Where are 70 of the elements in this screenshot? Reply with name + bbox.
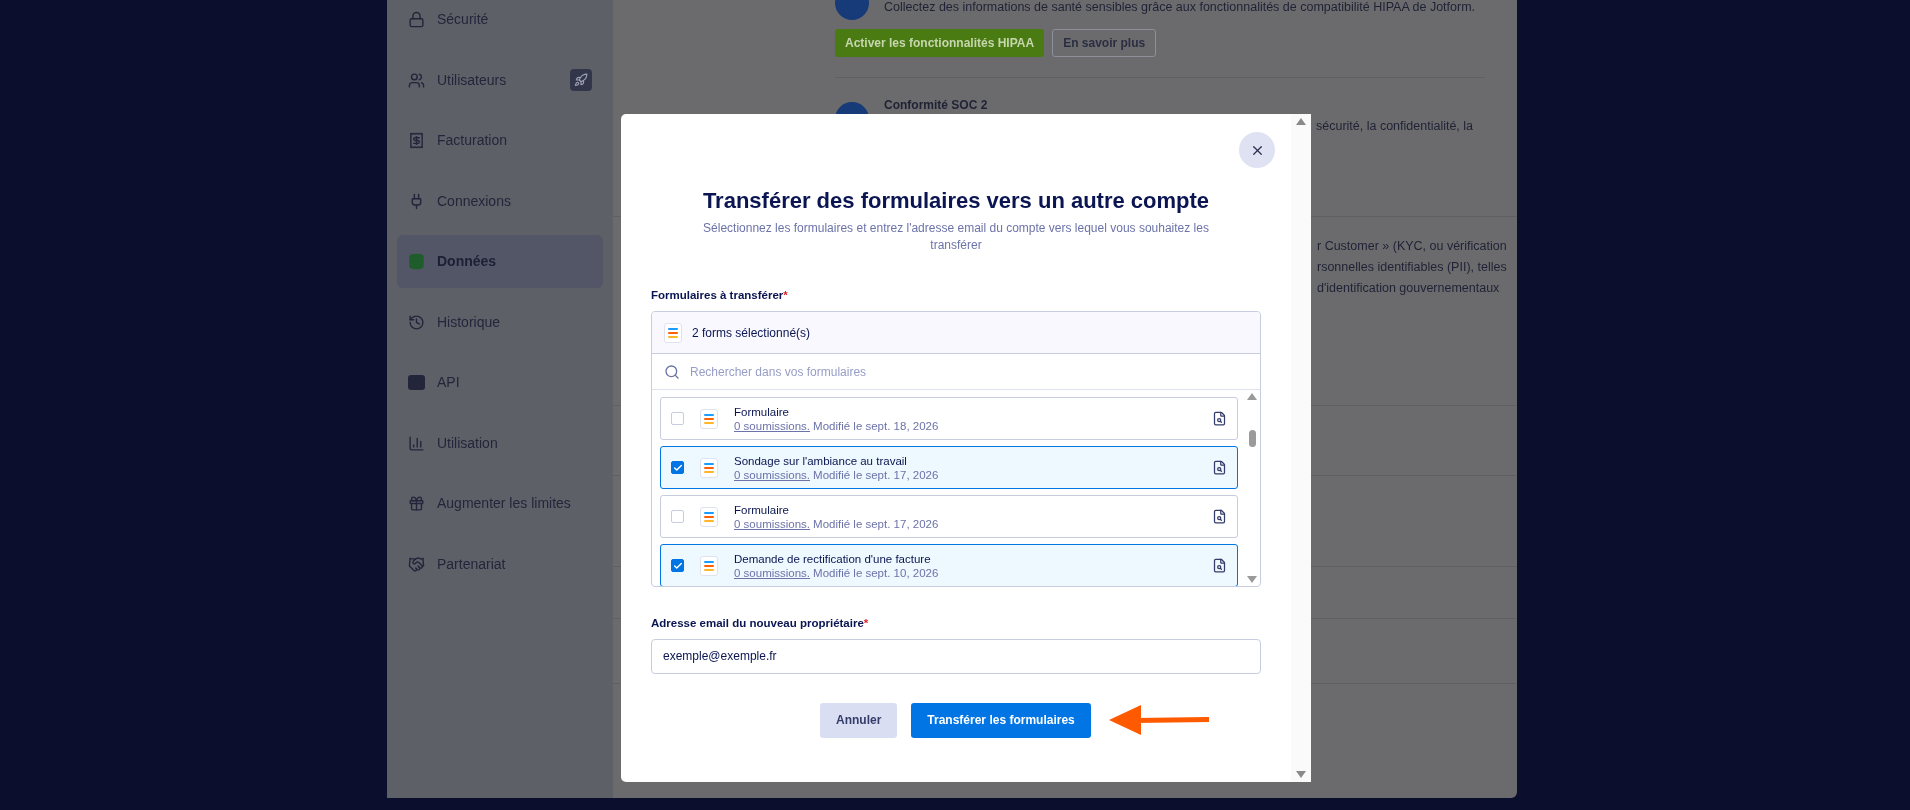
view-submissions-icon[interactable] — [1212, 558, 1227, 574]
form-list-item[interactable]: Formulaire 0 soumissions. Modifié le sept. 18, 2026 — [660, 397, 1238, 441]
receipt-icon — [408, 132, 425, 149]
sidebar-item[interactable]: Historique — [397, 295, 603, 349]
form-icon — [700, 408, 718, 429]
transfer-button[interactable]: Transférer les formulaires — [911, 702, 1091, 738]
clock-icon — [408, 313, 425, 331]
lock-icon — [408, 11, 425, 28]
close-button[interactable] — [1239, 132, 1275, 168]
scrollbar-thumb[interactable] — [1248, 429, 1256, 447]
sidebar-item[interactable]: Données — [397, 235, 603, 288]
form-name: Sondage sur l'ambiance au travail — [734, 453, 908, 468]
view-submissions-icon[interactable] — [1212, 460, 1227, 476]
checkbox[interactable] — [671, 510, 684, 524]
submissions-link[interactable]: 0 soumissions. — [734, 565, 811, 580]
search-icon — [664, 363, 680, 380]
submissions-link[interactable]: 0 soumissions. — [734, 516, 811, 531]
sidebar-item[interactable]: Utilisation — [397, 416, 603, 470]
dialog-subtitle: Sélectionnez les formulaires et entrez l'adresse email du compte vers lequel vous souhaitez les transférer — [702, 220, 1210, 254]
form-icon — [700, 555, 718, 576]
view-submissions-icon[interactable] — [1212, 411, 1227, 427]
cancel-button[interactable]: Annuler — [820, 702, 898, 738]
soc2-title: Conformité SOC 2 — [884, 97, 989, 114]
form-name: Formulaire — [734, 502, 790, 517]
modified-date: Modifié le sept. 18, 2026 — [813, 418, 939, 433]
form-icon — [664, 322, 682, 343]
form-list-item[interactable]: Sondage sur l'ambiance au travail 0 soumissions. Modifié le sept. 17, 2026 — [660, 446, 1238, 490]
sidebar-item[interactable]: Facturation — [397, 114, 603, 167]
scroll-down-icon — [1247, 576, 1257, 584]
checkbox[interactable] — [671, 461, 684, 475]
learn-more-button[interactable]: En savoir plus — [1052, 29, 1157, 57]
sidebar-item[interactable]: Sécurité — [397, 0, 603, 46]
kyc-description-line: r Customer » (KYC, ou vérification — [1317, 238, 1507, 255]
sidebar-item[interactable]: API — [397, 356, 603, 409]
kyc-description-line: d'identification gouvernementaux — [1317, 279, 1500, 297]
handshake-icon — [408, 555, 425, 573]
submissions-link[interactable]: 0 soumissions. — [734, 418, 811, 433]
form-name: Formulaire — [734, 404, 790, 419]
scroll-up-icon — [1296, 118, 1306, 125]
hipaa-description: Collectez des informations de santé sensibles grâce aux fonctionnalités de compatibilité HIPAA de Jotform. — [884, 0, 1476, 16]
sidebar-item[interactable]: Partenariat — [397, 537, 603, 591]
selection-summary: 2 forms sélectionné(s) — [692, 324, 811, 342]
bar-chart-icon — [408, 434, 425, 452]
scroll-down-icon — [1296, 771, 1306, 778]
sidebar-item[interactable]: Connexions — [397, 174, 603, 228]
soc2-description: sécurité, la confidentialité, la — [1316, 118, 1474, 135]
checkbox[interactable] — [671, 412, 684, 426]
enable-hipaa-button[interactable]: Activer les fonctionnalités HIPAA — [835, 29, 1045, 57]
email-label: Adresse email du nouveau propriétaire* — [651, 616, 870, 632]
modified-date: Modifié le sept. 10, 2026 — [813, 565, 939, 580]
dialog-title: Transférer des formulaires vers un autre compte — [701, 187, 1211, 215]
kyc-description-line: rsonnelles identifiables (PII), telles — [1317, 258, 1507, 276]
gift-icon — [408, 495, 425, 512]
sidebar-item[interactable]: Utilisateurs — [397, 53, 603, 107]
modified-date: Modifié le sept. 17, 2026 — [813, 467, 939, 482]
email-field[interactable]: exemple@exemple.fr — [651, 638, 1261, 674]
users-icon — [408, 71, 425, 89]
form-list-item[interactable]: Formulaire 0 soumissions. Modifié le sept. 17, 2026 — [660, 495, 1238, 539]
form-name: Demande de rectification d'une facture — [734, 551, 932, 566]
search-field[interactable]: Rechercher dans vos formulaires — [690, 362, 1248, 381]
checkbox[interactable] — [671, 559, 684, 573]
form-icon — [700, 457, 718, 478]
forms-label: Formulaires à transférer* — [651, 288, 789, 303]
submissions-link[interactable]: 0 soumissions. — [734, 467, 811, 482]
form-list-item[interactable]: Demande de rectification d'une facture 0 soumissions. Modifié le sept. 10, 2026 — [660, 544, 1238, 587]
scroll-up-icon — [1247, 393, 1257, 401]
modified-date: Modifié le sept. 17, 2026 — [813, 516, 939, 531]
sidebar-item[interactable]: Augmenter les limites — [397, 477, 603, 530]
form-icon — [700, 506, 718, 527]
view-submissions-icon[interactable] — [1212, 509, 1227, 525]
